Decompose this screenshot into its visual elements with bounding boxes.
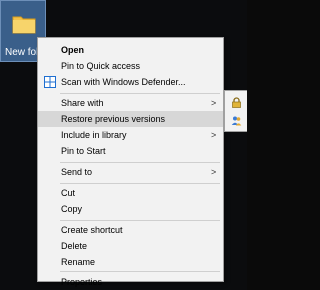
menu-separator xyxy=(60,93,220,94)
menu-item-properties[interactable]: Properties xyxy=(38,264,223,287)
menu-item-label: Delete xyxy=(61,241,88,251)
menu-item-label: Send to xyxy=(61,167,93,177)
menu-item-label: Copy xyxy=(61,204,83,214)
chevron-right-icon: > xyxy=(211,130,217,140)
menu-item-scan-defender[interactable]: Scan with Windows Defender... xyxy=(38,74,223,90)
menu-item-label: Create shortcut xyxy=(61,225,123,235)
menu-item-label: Include in library xyxy=(61,130,127,140)
menu-item-label: Pin to Quick access xyxy=(61,61,141,71)
menu-separator xyxy=(60,183,220,184)
menu-item-delete[interactable]: Delete xyxy=(38,238,223,254)
menu-item-cut[interactable]: Cut xyxy=(38,185,223,201)
menu-item-restore-previous-versions[interactable]: Restore previous versions xyxy=(38,111,223,127)
menu-separator xyxy=(60,162,220,163)
folder-icon xyxy=(12,16,36,34)
menu-item-open[interactable]: Open xyxy=(38,42,223,58)
menu-item-pin-to-start[interactable]: Pin to Start xyxy=(38,143,223,159)
menu-separator xyxy=(60,220,220,221)
menu-item-copy[interactable]: Copy xyxy=(38,201,223,217)
lock-icon[interactable] xyxy=(231,97,242,108)
users-icon[interactable] xyxy=(231,115,242,126)
menu-item-label: Restore previous versions xyxy=(61,114,166,124)
menu-item-label: Share with xyxy=(61,98,104,108)
menu-item-label: Open xyxy=(61,45,85,55)
chevron-right-icon: > xyxy=(211,167,217,177)
share-with-submenu xyxy=(224,90,247,132)
menu-item-pin-quick-access[interactable]: Pin to Quick access xyxy=(38,58,223,74)
menu-item-create-shortcut[interactable]: Create shortcut xyxy=(38,222,223,238)
chevron-right-icon: > xyxy=(211,98,217,108)
windows-defender-icon xyxy=(44,76,56,88)
menu-item-label: Scan with Windows Defender... xyxy=(61,77,186,87)
menu-item-share-with[interactable]: Share with > xyxy=(38,95,223,111)
menu-item-send-to[interactable]: Send to > xyxy=(38,164,223,180)
menu-item-label: Pin to Start xyxy=(61,146,106,156)
menu-item-include-in-library[interactable]: Include in library > xyxy=(38,127,223,143)
menu-item-label: Properties xyxy=(61,277,103,287)
menu-item-label: Cut xyxy=(61,188,76,198)
context-menu: Open Pin to Quick access Scan with Windo… xyxy=(37,37,224,287)
